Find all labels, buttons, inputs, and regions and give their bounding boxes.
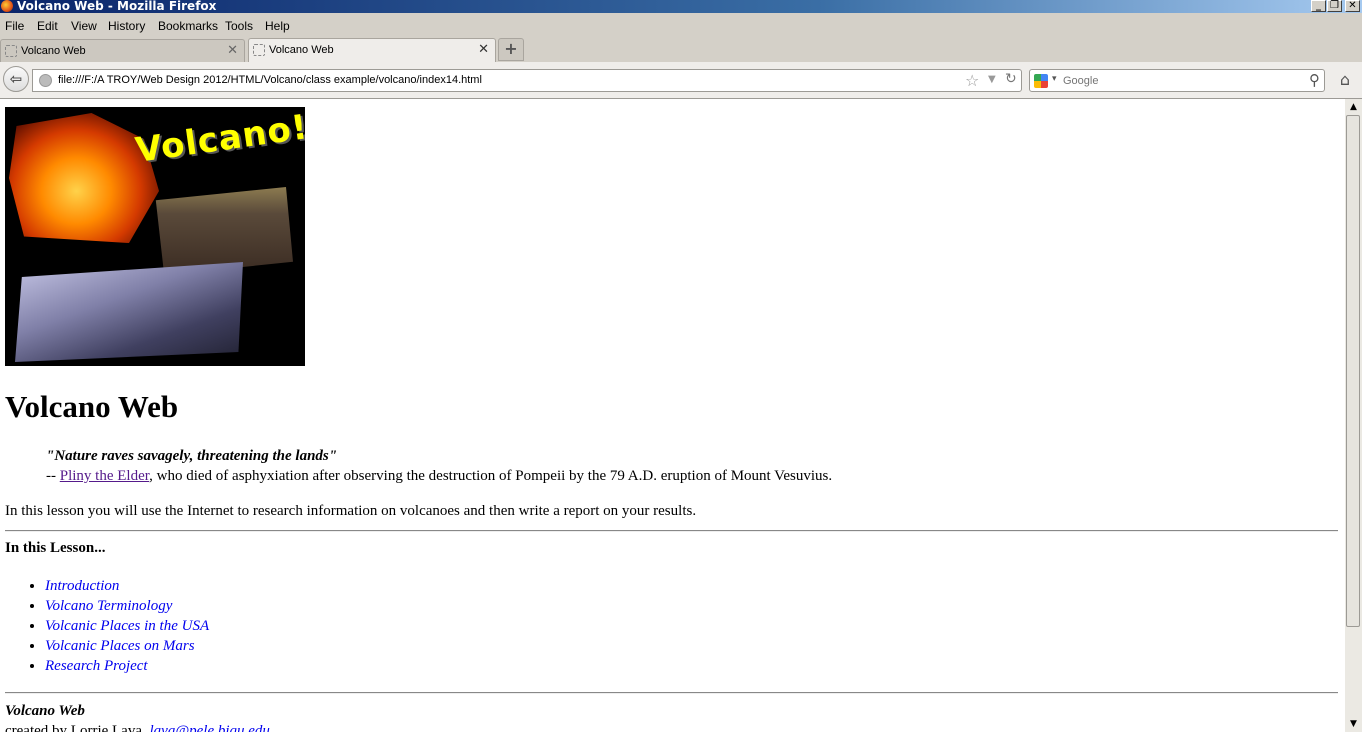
scroll-down-icon[interactable]: ▼ — [1345, 716, 1362, 732]
lesson-heading: In this Lesson... — [5, 540, 106, 556]
lesson-list: Introduction Volcano Terminology Volcani… — [5, 576, 209, 676]
quote-attribution: -- Pliny the Elder, who died of asphyxia… — [46, 466, 832, 486]
back-button[interactable]: ⇦ — [3, 66, 29, 92]
dropdown-icon[interactable]: ▼ — [988, 74, 996, 85]
close-icon[interactable]: ✕ — [478, 42, 489, 57]
minimize-button[interactable]: _ — [1311, 0, 1326, 12]
window-titlebar: Volcano Web - Mozilla Firefox — [0, 0, 1362, 13]
quote-text: "Nature raves savagely, threatening the … — [46, 448, 338, 464]
lesson-link-research[interactable]: Research Project — [45, 658, 148, 674]
credit-text: created by Lorrie Lava, — [5, 723, 150, 732]
lava-field-picture — [155, 187, 293, 275]
divider — [5, 530, 1338, 532]
google-icon[interactable] — [1034, 74, 1048, 88]
new-tab-button[interactable]: + — [498, 38, 524, 61]
volcano-banner-image: Volcano! — [5, 107, 305, 366]
menu-help[interactable]: Help — [265, 19, 290, 33]
menu-history[interactable]: History — [108, 19, 145, 33]
intro-paragraph: In this lesson you will use the Internet… — [5, 503, 697, 519]
url-text[interactable]: file:///F:/A TROY/Web Design 2012/HTML/V… — [58, 74, 482, 86]
page-favicon-icon — [5, 45, 17, 57]
divider — [5, 692, 1338, 694]
close-icon[interactable]: ✕ — [227, 43, 238, 58]
banner-text: Volcano! — [133, 107, 305, 171]
menu-bookmarks[interactable]: Bookmarks — [158, 19, 218, 33]
reload-icon[interactable]: ↻ — [1005, 71, 1017, 87]
tab-volcano-web-2[interactable]: Volcano Web ✕ — [248, 38, 496, 62]
navigation-toolbar: ⇦ file:///F:/A TROY/Web Design 2012/HTML… — [0, 62, 1362, 99]
home-icon[interactable]: ⌂ — [1335, 70, 1355, 90]
menu-view[interactable]: View — [71, 19, 97, 33]
firefox-icon — [1, 0, 13, 12]
page-title: Volcano Web — [5, 389, 179, 424]
lava-ocean-picture — [15, 262, 243, 362]
lesson-link-terminology[interactable]: Volcano Terminology — [45, 598, 172, 614]
star-icon[interactable]: ☆ — [965, 71, 979, 90]
lesson-link-usa[interactable]: Volcanic Places in the USA — [45, 618, 209, 634]
quote-prefix: -- — [46, 468, 60, 484]
quote-suffix: , who died of asphyxiation after observi… — [149, 468, 833, 484]
page-favicon-icon — [253, 44, 265, 56]
pliny-link[interactable]: Pliny the Elder — [60, 468, 149, 484]
back-arrow-icon: ⇦ — [9, 70, 23, 88]
restore-button[interactable]: ❐ — [1327, 0, 1342, 12]
list-item: Introduction — [45, 576, 209, 596]
lesson-link-introduction[interactable]: Introduction — [45, 578, 119, 594]
quote-block: "Nature raves savagely, threatening the … — [46, 446, 832, 486]
plus-icon: + — [504, 39, 518, 58]
tab-volcano-web-1[interactable]: Volcano Web ✕ — [0, 39, 245, 62]
tab-label: Volcano Web — [21, 45, 86, 57]
site-identity-icon[interactable] — [39, 74, 52, 87]
list-item: Volcanic Places on Mars — [45, 636, 209, 656]
list-item: Volcano Terminology — [45, 596, 209, 616]
vertical-scrollbar[interactable]: ▲ ▼ — [1345, 99, 1362, 732]
close-window-button[interactable]: ✕ — [1345, 0, 1360, 12]
menu-file[interactable]: File — [5, 19, 24, 33]
menu-edit[interactable]: Edit — [37, 19, 58, 33]
search-bar[interactable]: ▾ ⚲ — [1029, 69, 1325, 92]
tab-strip: Volcano Web ✕ Volcano Web ✕ — [0, 37, 1362, 62]
search-input[interactable] — [1063, 73, 1303, 88]
list-item: Research Project — [45, 656, 209, 676]
footer-title: Volcano Web — [5, 703, 85, 719]
scroll-up-icon[interactable]: ▲ — [1345, 99, 1362, 115]
tab-label: Volcano Web — [269, 44, 334, 56]
url-bar[interactable]: file:///F:/A TROY/Web Design 2012/HTML/V… — [32, 69, 1022, 92]
magnifier-icon[interactable]: ⚲ — [1309, 71, 1320, 89]
email-link[interactable]: lava@pele.bigu.edu — [150, 723, 270, 732]
scroll-thumb[interactable] — [1346, 115, 1360, 627]
window-title: Volcano Web - Mozilla Firefox — [17, 0, 217, 13]
menu-bar: File Edit View History Bookmarks Tools H… — [0, 15, 1362, 37]
search-engine-dropdown-icon[interactable]: ▾ — [1052, 74, 1057, 84]
lesson-link-mars[interactable]: Volcanic Places on Mars — [45, 638, 195, 654]
menu-tools[interactable]: Tools — [225, 19, 253, 33]
list-item: Volcanic Places in the USA — [45, 616, 209, 636]
footer-credit: created by Lorrie Lava, lava@pele.bigu.e… — [5, 723, 270, 732]
page-viewport: Volcano! Volcano Web "Nature raves savag… — [0, 99, 1345, 732]
